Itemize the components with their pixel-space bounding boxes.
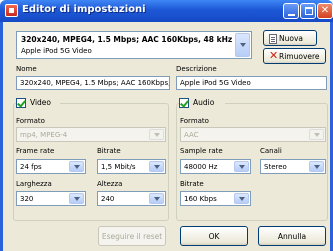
ok-label: OK <box>208 232 220 241</box>
chevron-down-icon[interactable] <box>149 193 164 204</box>
preset-dropdown[interactable]: 320x240, MPEG4, 1.5 Mbps; AAC 160Kbps, 4… <box>16 31 252 59</box>
new-preset-label: Nuova <box>279 34 303 43</box>
close-icon: ✕ <box>320 5 330 16</box>
minimize-button[interactable] <box>283 3 299 19</box>
window-title: Editor di impostazioni <box>22 4 146 15</box>
remove-icon: ✕ <box>269 49 279 62</box>
audio-checkbox[interactable] <box>179 98 189 108</box>
sample-rate-label: Sample rate <box>180 147 223 155</box>
channels-label: Canali <box>260 147 282 155</box>
width-value: 320 <box>20 195 34 203</box>
video-bitrate-value: 1,5 Mbit/s <box>101 163 136 171</box>
ok-button[interactable]: OK <box>180 226 248 246</box>
description-field[interactable]: Apple iPod 5G Video <box>176 76 327 90</box>
cancel-button[interactable]: Annulla <box>258 226 326 246</box>
chevron-down-icon[interactable] <box>309 161 324 172</box>
height-label: Altezza <box>97 180 123 188</box>
description-label: Descrizione <box>176 65 217 73</box>
video-checkbox[interactable] <box>16 98 26 108</box>
cancel-label: Annulla <box>277 232 307 241</box>
preset-selected-sub: Apple iPod 5G Video <box>21 47 92 55</box>
audio-format-select: AAC <box>180 127 326 142</box>
name-label: Nome <box>16 65 37 73</box>
audio-format-value: AAC <box>184 131 199 139</box>
audio-bitrate-value: 160 Kbps <box>184 195 217 203</box>
video-bitrate-label: Bitrate <box>97 147 121 155</box>
chevron-down-icon[interactable] <box>69 161 84 172</box>
new-document-icon <box>269 34 277 44</box>
frame-rate-select[interactable]: 24 fps <box>16 159 86 174</box>
height-select[interactable]: 240 <box>97 191 166 206</box>
width-select[interactable]: 320 <box>16 191 86 206</box>
chevron-down-icon[interactable] <box>234 161 249 172</box>
chevron-down-icon <box>309 129 324 140</box>
audio-checkbox-label: Audio <box>193 98 215 107</box>
audio-bitrate-select[interactable]: 160 Kbps <box>180 191 251 206</box>
video-bitrate-select[interactable]: 1,5 Mbit/s <box>97 159 166 174</box>
new-preset-button[interactable]: Nuova <box>263 30 317 46</box>
app-icon <box>5 4 18 17</box>
video-checkbox-row[interactable]: Video <box>16 97 60 109</box>
name-field[interactable]: 320x240, MPEG4, 1.5 Mbps; AAC 160Kbps, 4… <box>16 76 170 90</box>
frame-rate-value: 24 fps <box>20 163 42 171</box>
chevron-down-icon[interactable] <box>149 161 164 172</box>
channels-value: Stereo <box>264 163 287 171</box>
minimize-icon <box>288 14 295 16</box>
chevron-down-icon <box>149 129 164 140</box>
chevron-down-icon[interactable] <box>234 193 249 204</box>
reset-label: Eseguire il reset <box>101 232 163 241</box>
preset-selected-main: 320x240, MPEG4, 1.5 Mbps; AAC 160Kbps, 4… <box>21 35 233 44</box>
video-format-label: Formato <box>16 117 45 125</box>
remove-preset-button[interactable]: ✕ Rimuovere <box>263 48 326 64</box>
audio-format-label: Formato <box>180 117 209 125</box>
chevron-down-icon[interactable] <box>69 193 84 204</box>
reset-button[interactable]: Eseguire il reset <box>98 226 166 246</box>
title-bar[interactable]: Editor di impostazioni ✕ <box>0 0 333 22</box>
close-button[interactable]: ✕ <box>317 3 333 19</box>
audio-checkbox-row[interactable]: Audio <box>179 97 225 109</box>
video-checkbox-label: Video <box>30 98 52 107</box>
maximize-button[interactable] <box>300 3 316 19</box>
remove-preset-label: Rimuovere <box>279 52 320 61</box>
height-value: 240 <box>101 195 115 203</box>
chevron-down-icon[interactable] <box>235 33 250 57</box>
width-label: Larghezza <box>16 180 52 188</box>
maximize-icon <box>305 7 313 15</box>
frame-rate-label: Frame rate <box>16 147 55 155</box>
sample-rate-value: 48000 Hz <box>184 163 218 171</box>
channels-select[interactable]: Stereo <box>260 159 326 174</box>
video-format-select: mp4, MPEG-4 <box>16 127 166 142</box>
audio-bitrate-label: Bitrate <box>180 180 204 188</box>
video-format-value: mp4, MPEG-4 <box>20 131 68 139</box>
sample-rate-select[interactable]: 48000 Hz <box>180 159 251 174</box>
